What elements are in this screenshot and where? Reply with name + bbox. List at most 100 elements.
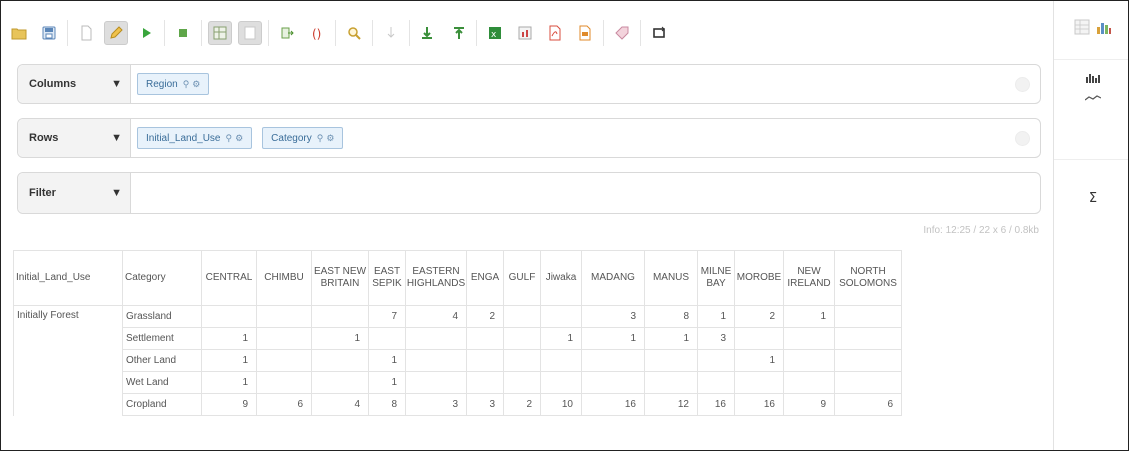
panel-divider [1054,159,1128,160]
mini-line-chart-icon[interactable] [1084,93,1102,105]
run-icon [143,28,151,38]
columns-clear-icon[interactable] [1015,77,1030,92]
table-cell [581,349,645,372]
column-header[interactable]: Category [122,250,202,306]
chart-button[interactable] [513,21,537,45]
table-cell: 1 [201,349,257,372]
table-row: Wet Land 1 1 [14,371,902,394]
filter-search-icon[interactable]: ⚲ [317,133,324,144]
column-header[interactable]: CHIMBU [256,250,312,306]
table-cell [697,371,735,394]
new-document-button[interactable] [74,21,98,45]
filter-drop-zone[interactable] [131,173,1040,213]
table-cell: 6 [834,393,902,416]
column-header[interactable]: Jiwaka [540,250,582,306]
table-cell: 2 [466,305,504,328]
column-header[interactable]: Initial_Land_Use [13,250,123,306]
rows-drop-zone[interactable]: Initial_Land_Use ⚲ ⚙ Category ⚲ ⚙ [131,119,1040,157]
rows-axis-label[interactable]: Rows ▼ [18,119,131,157]
table-cell: 10 [540,393,582,416]
grid-button[interactable] [208,21,232,45]
row-category-label: Wet Land [122,371,202,394]
view-toggle[interactable] [1054,19,1128,35]
run-button[interactable] [134,21,158,45]
rows-clear-icon[interactable] [1015,131,1030,146]
refresh-button[interactable] [647,21,671,45]
toolbar-separator [164,20,165,46]
rows-axis[interactable]: Rows ▼ Initial_Land_Use ⚲ ⚙ Category ⚲ ⚙ [17,118,1041,158]
filter-search-icon[interactable]: ⚲ [226,133,233,144]
table-cell [540,305,582,328]
edit-pencil-button[interactable] [104,21,128,45]
column-header[interactable]: MANUS [644,250,698,306]
table-cell: 1 [368,371,406,394]
spreadsheet-button[interactable]: x [483,21,507,45]
spreadsheet-icon: x [489,27,501,40]
save-icon [42,26,56,40]
table-view-icon[interactable] [1074,19,1090,35]
table-cell: 7 [368,305,406,328]
filter-search-icon[interactable]: ⚲ [183,79,190,90]
sort-desc-button[interactable] [446,21,470,45]
mini-bar-chart-icon[interactable] [1086,73,1100,86]
column-header[interactable]: MADANG [581,250,645,306]
stop-button[interactable] [171,21,195,45]
columns-axis[interactable]: Columns ▼ Region ⚲ ⚙ [17,64,1041,104]
column-header[interactable]: EAST NEW BRITAIN [311,250,369,306]
pill-settings-icon[interactable]: ⚙ [326,133,334,144]
rows-pill-category[interactable]: Category ⚲ ⚙ [262,127,344,149]
toolbar-separator [409,20,410,46]
blank-button[interactable] [238,21,262,45]
tag-button[interactable] [610,21,634,45]
refresh-icon [653,26,665,38]
rows-dropdown-icon[interactable]: ▼ [111,132,122,144]
column-header[interactable]: NEW IRELAND [783,250,835,306]
column-header[interactable]: MILNE BAY [697,250,735,306]
columns-label: Columns [29,78,77,90]
query-info: Info: 12:25 / 22 x 6 / 0.8kb [923,225,1039,236]
table-cell [834,349,902,372]
column-header[interactable]: MOROBE [734,250,784,306]
chart-view-icon[interactable] [1096,19,1112,35]
table-cell [503,327,541,350]
pill-settings-icon[interactable]: ⚙ [235,133,243,144]
drill-button[interactable] [379,21,403,45]
row-category-label: Grassland [122,305,202,328]
table-cell: 16 [734,393,784,416]
columns-axis-label[interactable]: Columns ▼ [18,65,131,103]
pdf-button[interactable] [543,21,567,45]
filter-axis[interactable]: Filter ▼ [17,172,1041,214]
toolbar-separator [603,20,604,46]
column-header[interactable]: ENGA [466,250,504,306]
filter-dropdown-icon[interactable]: ▼ [111,187,122,199]
column-header[interactable]: NORTH SOLOMONS [834,250,902,306]
columns-pill-region[interactable]: Region ⚲ ⚙ [137,73,210,95]
new-document-icon [81,25,92,41]
sort-asc-button[interactable] [416,21,440,45]
column-header[interactable]: CENTRAL [201,250,257,306]
columns-dropdown-icon[interactable]: ▼ [111,78,122,90]
bar-chart-option[interactable] [1054,59,1128,90]
zoom-button[interactable] [342,21,366,45]
rows-pill-initial-land-use[interactable]: Initial_Land_Use ⚲ ⚙ [137,127,253,149]
line-chart-option[interactable] [1054,93,1128,105]
pill-settings-icon[interactable]: ⚙ [192,79,200,90]
column-header[interactable]: EASTERN HIGHLANDS [405,250,467,306]
table-cell: 9 [783,393,835,416]
columns-drop-zone[interactable]: Region ⚲ ⚙ [131,65,1040,103]
table-cell [311,371,369,394]
export-button[interactable] [275,21,299,45]
column-header[interactable]: GULF [503,250,541,306]
table-cell [311,305,369,328]
sigma-totals-button[interactable]: Σ [1054,191,1128,206]
filter-axis-label[interactable]: Filter ▼ [18,173,131,213]
save-button[interactable] [37,21,61,45]
table-cell: 1 [540,327,582,350]
table-cell [405,371,467,394]
parentheses-button[interactable]: () [305,21,329,45]
open-folder-button[interactable] [7,21,31,45]
xml-button[interactable] [573,21,597,45]
table-cell [256,305,312,328]
column-header[interactable]: EAST SEPIK [368,250,406,306]
pill-label: Category [271,132,312,144]
